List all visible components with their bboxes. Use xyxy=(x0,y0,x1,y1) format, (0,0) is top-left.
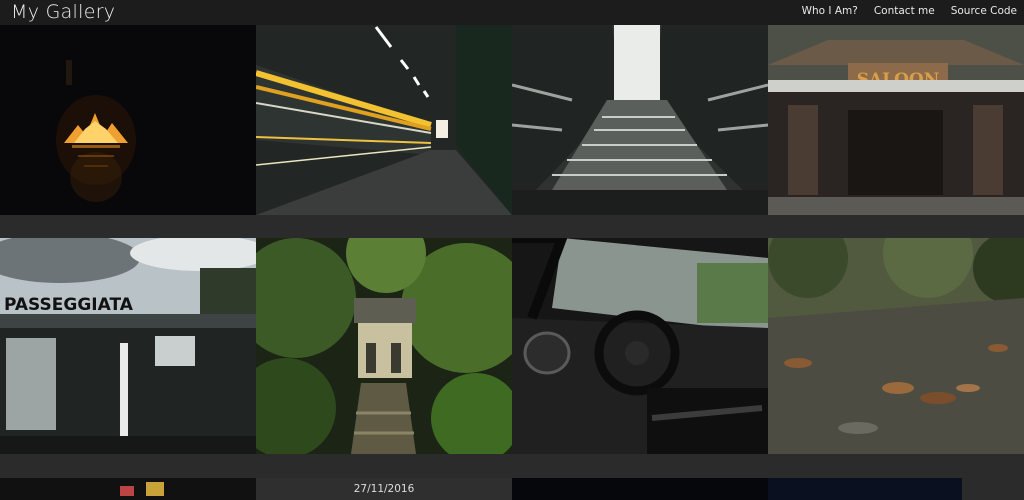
nav-link-contact-me[interactable]: Contact me xyxy=(874,5,935,17)
passeggiata-sign-text: PASSEGGIATA xyxy=(4,295,134,315)
photo-passeggiata[interactable]: PASSEGGIATA xyxy=(0,238,256,454)
photo-metro-light-trails[interactable] xyxy=(256,25,512,215)
photo-partial-row3-4[interactable] xyxy=(768,478,962,500)
site-title[interactable]: My Gallery xyxy=(11,1,115,23)
nav-menu: Who I Am? Contact me Source Code xyxy=(802,5,1017,17)
photo-abandoned-car-interior[interactable] xyxy=(512,238,768,454)
photo-partial-row3-3[interactable] xyxy=(512,478,768,500)
photo-stairway-tunnel[interactable] xyxy=(512,25,768,215)
top-navbar: My Gallery Who I Am? Contact me Source C… xyxy=(0,0,1024,25)
nav-link-source-code[interactable]: Source Code xyxy=(951,5,1017,17)
photo-overgrown-path[interactable] xyxy=(256,238,512,454)
photo-saloon[interactable]: SALOON xyxy=(768,25,1024,215)
photo-fallen-leaves[interactable] xyxy=(768,238,1024,454)
nav-link-who-i-am[interactable]: Who I Am? xyxy=(802,5,858,17)
photo-floating-lantern[interactable] xyxy=(0,25,256,215)
photo-date-caption: 27/11/2016 xyxy=(256,478,512,500)
photo-partial-row3-1[interactable] xyxy=(0,478,256,500)
